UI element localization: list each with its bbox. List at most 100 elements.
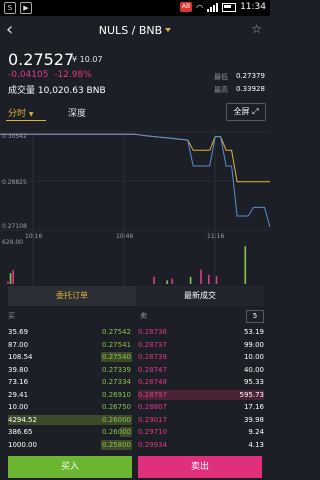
orderbook-row[interactable]: 386.65 0.26000 0.29710 9.24 [0,426,270,438]
orderbook-tabs: 委托订单 最新成交 [8,286,264,306]
last-price: 0.27527 [8,50,75,69]
volume-bars [7,246,247,284]
buy-price: 0.26750 [102,403,131,411]
buy-price: 0.27540 [102,353,131,361]
high-value: 0.33928 [236,85,265,93]
orderbook-row[interactable]: 1000.00 0.25800 0.29934 4.13 [0,439,270,451]
caret-down-icon [165,28,172,32]
media-notification-icon: ▶ [20,2,32,14]
orderbook-row[interactable]: 29.41 0.26910 0.28797 595.73 [0,389,270,401]
sell-quantity: 95.33 [243,378,264,386]
buy-price: 0.26000 [102,415,131,424]
orderbook-row[interactable]: 4294.52 0.26000 0.29017 39.98 [0,414,270,426]
buy-quantity: 73.16 [8,378,29,386]
battery-icon [222,2,237,12]
volume-bar [244,246,247,284]
low-label: 最低 [214,73,228,81]
volume-bar [166,280,168,284]
sell-price: 0.28748 [138,378,167,386]
volume-value: 10,020.63 BNB [37,86,106,96]
sell-price: 0.29017 [138,415,167,424]
volume-bar [7,281,9,284]
buy-quantity: 35.69 [8,328,29,336]
buy-price: 0.26910 [102,390,131,399]
wifi-icon: ◠ [196,2,204,12]
sell-price: 0.29710 [138,428,167,436]
tab-depth[interactable]: 深度 [68,106,86,119]
sell-price: 0.28737 [138,340,167,349]
buy-quantity: 39.80 [8,365,29,374]
signal-icon [207,2,219,12]
buy-price: 0.27541 [102,340,131,349]
volume-bar [153,276,155,284]
sell-button[interactable]: 卖出 [138,456,262,478]
tab-trades[interactable]: 最新成交 [136,286,264,306]
orderbook-row[interactable]: 87.00 0.27541 0.28737 99.00 [0,339,270,351]
buy-quantity: 386.65 [8,428,33,436]
volume-bar [189,276,192,284]
sell-price: 0.28747 [138,365,167,374]
sell-price: 0.29934 [138,440,167,449]
tab-orders[interactable]: 委托订单 [8,286,136,306]
orderbook-row[interactable]: 35.69 0.27542 0.28736 53.19 [0,326,270,338]
notification-badge: AB [179,2,193,12]
volume-label: 成交量 [8,86,36,96]
y-tick-label: 0.30542 [2,133,27,140]
buy-quantity: 29.41 [8,390,29,399]
sell-price: 0.28797 [138,390,167,399]
sell-quantity: 17.16 [243,403,264,411]
buy-quantity: 108.54 [8,353,33,361]
sell-price: 0.28736 [138,328,167,336]
price-line [0,133,270,183]
orderbook-row[interactable]: 73.16 0.27334 0.28748 95.33 [0,376,270,388]
buy-quantity: 87.00 [8,340,29,349]
y-tick-label: 0.27108 [2,223,27,230]
pair-title: NULS / BNB [98,24,163,37]
sell-quantity: 4.13 [248,440,264,449]
orderbook-row[interactable]: 10.00 0.26750 0.28807 17.16 [0,401,270,413]
sell-quantity: 99.00 [243,340,264,349]
sell-quantity: 39.98 [243,415,264,424]
status-bar: S ▶ AB ◠ 11:34 [0,0,270,16]
volume-bar [171,278,174,284]
volume-bar [215,276,218,284]
buy-price: 0.27339 [102,365,131,374]
buy-price: 0.27334 [102,378,131,386]
fullscreen-label: 全屏 [233,107,250,116]
favorite-star-icon[interactable]: ☆ [251,22,262,36]
sell-price: 0.28739 [138,353,167,361]
volume-max-label: 629.00 [2,239,23,246]
orderbook-row[interactable]: 39.80 0.27339 0.28747 40.00 [0,364,270,376]
y-tick-label: 0.28825 [2,179,27,186]
sell-quantity: 10.00 [243,353,264,361]
expand-icon: ⤢ [252,107,259,116]
volume-24h: 成交量 10,020.63 BNB [8,83,106,96]
fullscreen-button[interactable]: 全屏 ⤢ [226,103,266,121]
clock: 11:34 [240,2,266,12]
change-percent: -12.98% [54,70,92,80]
orderbook-row[interactable]: 108.54 0.27540 0.28739 10.00 [0,351,270,363]
pair-selector[interactable]: NULS / BNB [0,24,270,37]
depth-selector[interactable]: 5 [246,310,264,323]
sell-quantity: 40.00 [243,365,264,374]
active-tab-underline [6,120,46,121]
buy-button[interactable]: 买入 [8,456,132,478]
sell-quantity: 53.19 [243,328,264,336]
app-notification-icon: S [4,2,16,14]
volume-bar [9,273,12,284]
low-value: 0.27379 [236,72,265,80]
volume-bar [200,269,202,284]
buy-price: 0.26000 [102,428,131,436]
volume-bar [208,274,210,284]
volume-bar [12,270,14,284]
volume-chart: 629.00 [2,239,247,284]
tab-timeshare[interactable]: 分时 ▼ [8,106,34,119]
price-change: -0.04105 -12.98% [8,70,92,80]
high-label: 最高 [214,86,228,94]
sell-quantity: 9.24 [248,428,264,436]
sell-price: 0.28807 [138,403,167,411]
caret-down-icon: ▼ [28,111,34,118]
price-cny: ¥ 10.07 [72,55,103,64]
sell-header: 卖 [140,312,147,320]
buy-price: 0.27542 [102,328,131,336]
